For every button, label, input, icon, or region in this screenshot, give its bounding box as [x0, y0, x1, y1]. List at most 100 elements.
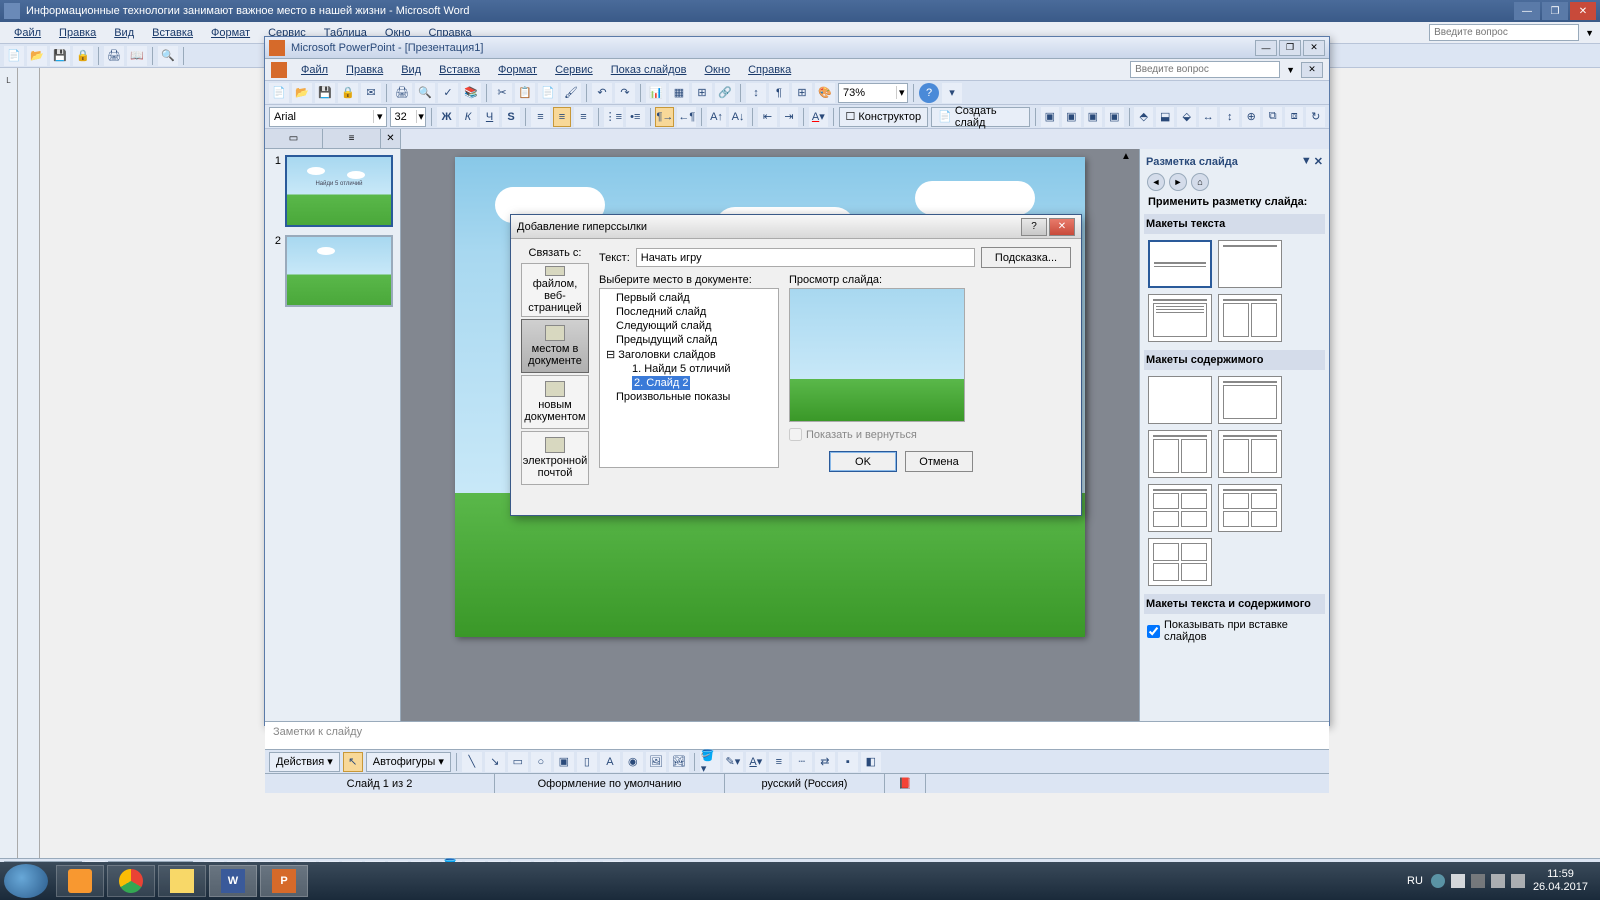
- pp-menu-window[interactable]: Окно: [697, 62, 739, 78]
- pp-research-icon[interactable]: 📚: [461, 83, 481, 103]
- pp-email-icon[interactable]: ✉: [361, 83, 381, 103]
- cancel-button[interactable]: Отмена: [905, 451, 973, 472]
- pp-table-icon[interactable]: ▦: [669, 83, 689, 103]
- text-input[interactable]: [636, 248, 975, 267]
- pp-spell-icon[interactable]: ✓: [438, 83, 458, 103]
- pp-font-input[interactable]: [270, 111, 373, 123]
- pp-zoom-input[interactable]: [839, 87, 896, 99]
- pp-status-spell-icon[interactable]: 📕: [885, 774, 926, 793]
- tray-network-icon[interactable]: [1491, 874, 1505, 888]
- pp-menu-view[interactable]: Вид: [393, 62, 429, 78]
- panel-close-icon[interactable]: ✕: [1314, 155, 1323, 168]
- slide-thumb-2[interactable]: [285, 235, 393, 307]
- pp-shadow-icon[interactable]: S: [502, 107, 521, 127]
- pp-align-m-icon[interactable]: ⬓: [1156, 107, 1175, 127]
- pp-arrow-icon[interactable]: ↘: [485, 752, 505, 772]
- pp-restore-button[interactable]: ❐: [1279, 40, 1301, 56]
- pp-select-icon[interactable]: ↖: [343, 752, 363, 772]
- pp-ungroup-icon[interactable]: ⧈: [1285, 107, 1304, 127]
- panel-dropdown-icon[interactable]: ▼: [1301, 155, 1312, 168]
- pp-diagram-icon[interactable]: ◉: [623, 752, 643, 772]
- layout-content-2[interactable]: [1148, 430, 1212, 478]
- word-maximize-button[interactable]: ❐: [1542, 2, 1568, 20]
- dialog-close-button[interactable]: ✕: [1049, 218, 1075, 236]
- pp-dash-icon[interactable]: ┄: [792, 752, 812, 772]
- pp-align-center-icon[interactable]: ≡: [553, 107, 572, 127]
- pp-bold-icon[interactable]: Ж: [437, 107, 456, 127]
- pp-size-input[interactable]: [391, 111, 416, 123]
- word-ask-input[interactable]: [1429, 24, 1579, 41]
- pp-toolbar-options-icon[interactable]: ▾: [942, 83, 962, 103]
- pp-show-format-icon[interactable]: ¶: [769, 83, 789, 103]
- panel-fwd-icon[interactable]: ►: [1169, 173, 1187, 191]
- task-word[interactable]: W: [209, 865, 257, 897]
- task-explorer[interactable]: [158, 865, 206, 897]
- pp-zoom-combo[interactable]: ▾: [838, 83, 908, 103]
- word-close-button[interactable]: ✕: [1570, 2, 1596, 20]
- word-minimize-button[interactable]: —: [1514, 2, 1540, 20]
- pp-shadow-style-icon[interactable]: ▪: [838, 752, 858, 772]
- pp-line-color-icon[interactable]: ✎▾: [723, 752, 743, 772]
- tray-help-icon[interactable]: [1431, 874, 1445, 888]
- pp-design-button[interactable]: ☐Конструктор: [839, 107, 929, 127]
- pp-numbering-icon[interactable]: ⋮≡: [604, 107, 623, 127]
- pp-autoshapes-menu[interactable]: Автофигуры▾: [366, 752, 451, 772]
- pp-textbox-icon[interactable]: ▣: [554, 752, 574, 772]
- tree-custom[interactable]: Произвольные показы: [602, 390, 776, 404]
- layout-blank[interactable]: [1148, 376, 1212, 424]
- pp-minimize-button[interactable]: —: [1255, 40, 1277, 56]
- pp-permission-icon[interactable]: 🔒: [338, 83, 358, 103]
- pp-new-slide-button[interactable]: 📄Создать слайд: [931, 107, 1030, 127]
- tray-volume-icon[interactable]: [1511, 874, 1525, 888]
- start-button[interactable]: [4, 864, 48, 898]
- pp-font-combo[interactable]: ▾: [269, 107, 387, 127]
- pp-cut-icon[interactable]: ✂: [492, 83, 512, 103]
- pp-anim4-icon[interactable]: ▣: [1105, 107, 1124, 127]
- pp-expand-icon[interactable]: ↕: [746, 83, 766, 103]
- pp-color-icon[interactable]: 🎨: [815, 83, 835, 103]
- layout-title[interactable]: [1148, 240, 1212, 288]
- layout-title-only[interactable]: [1218, 240, 1282, 288]
- pp-font-color-icon[interactable]: A▾: [809, 107, 828, 127]
- print-icon[interactable]: 🖨: [104, 46, 124, 66]
- open-icon[interactable]: 📂: [27, 46, 47, 66]
- pp-line-style-icon[interactable]: ≡: [769, 752, 789, 772]
- pp-close-button[interactable]: ✕: [1303, 40, 1325, 56]
- task-chrome[interactable]: [107, 865, 155, 897]
- word-menu-insert[interactable]: Вставка: [144, 25, 201, 41]
- panel-back-icon[interactable]: ◄: [1147, 173, 1165, 191]
- pp-group-icon[interactable]: ⧉: [1263, 107, 1282, 127]
- word-menu-edit[interactable]: Правка: [51, 25, 104, 41]
- pp-rtl-icon[interactable]: ←¶: [677, 107, 696, 127]
- pp-undo-icon[interactable]: ↶: [592, 83, 612, 103]
- pp-decrease-font-icon[interactable]: A↓: [729, 107, 748, 127]
- pp-tab-outline[interactable]: ≡: [323, 129, 381, 148]
- pp-bullets-icon[interactable]: •≡: [626, 107, 645, 127]
- link-newdoc-option[interactable]: новым документом: [521, 375, 589, 429]
- tray-clock[interactable]: 11:59 26.04.2017: [1533, 868, 1588, 894]
- pp-hyperlink-icon[interactable]: 🔗: [715, 83, 735, 103]
- task-powerpoint[interactable]: P: [260, 865, 308, 897]
- ok-button[interactable]: OK: [829, 451, 897, 472]
- pp-menu-insert[interactable]: Вставка: [431, 62, 488, 78]
- pp-line-icon[interactable]: ╲: [462, 752, 482, 772]
- layout-content[interactable]: [1218, 376, 1282, 424]
- pp-redo-icon[interactable]: ↷: [615, 83, 635, 103]
- pp-align-b-icon[interactable]: ⬙: [1177, 107, 1196, 127]
- pp-actions-menu[interactable]: Действия▾: [269, 752, 340, 772]
- layout-two-text[interactable]: [1218, 294, 1282, 342]
- place-tree[interactable]: Первый слайд Последний слайд Следующий с…: [599, 288, 779, 468]
- pp-tab-close[interactable]: ✕: [381, 129, 401, 148]
- pp-size-combo[interactable]: ▾: [390, 107, 427, 127]
- dialog-help-button[interactable]: ?: [1021, 218, 1047, 236]
- tree-next-slide[interactable]: Следующий слайд: [602, 319, 776, 333]
- pp-anim3-icon[interactable]: ▣: [1084, 107, 1103, 127]
- link-email-option[interactable]: электронной почтой: [521, 431, 589, 485]
- pp-save-icon[interactable]: 💾: [315, 83, 335, 103]
- pp-print-icon[interactable]: 🖨: [392, 83, 412, 103]
- pp-center-icon[interactable]: ⊕: [1242, 107, 1261, 127]
- pp-rotate-icon[interactable]: ↻: [1306, 107, 1325, 127]
- layout-content-3[interactable]: [1218, 430, 1282, 478]
- pp-paste-icon[interactable]: 📄: [538, 83, 558, 103]
- pp-dist-h-icon[interactable]: ↔: [1199, 107, 1218, 127]
